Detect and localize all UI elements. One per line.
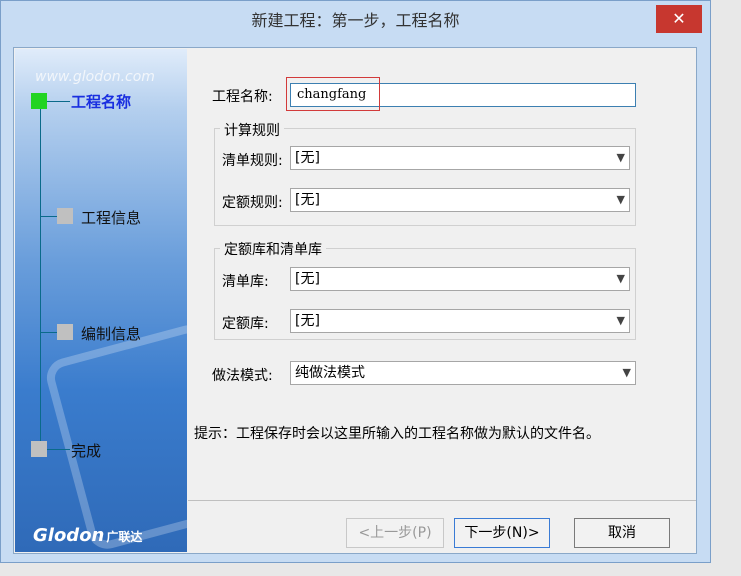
close-icon: ✕ <box>672 9 686 28</box>
footer-divider <box>188 500 696 501</box>
chevron-down-icon: ▼ <box>616 193 625 206</box>
bill-lib-value: [无] <box>295 271 320 287</box>
close-button[interactable]: ✕ <box>656 5 702 33</box>
step-indicator-project-info <box>57 208 73 224</box>
prev-button[interactable]: <上一步(P) <box>346 518 444 548</box>
method-value: 纯做法模式 <box>295 365 365 381</box>
step-label-edit-info: 编制信息 <box>81 325 142 343</box>
tree-line-vertical <box>40 101 41 449</box>
wizard-window: 新建工程：第一步，工程名称 ✕ www.glodon.com 工程名称 工程信息… <box>0 0 711 563</box>
quota-lib-value: [无] <box>295 313 320 329</box>
step-indicator-project-name <box>31 93 47 109</box>
sidebar-watermark: www.glodon.com <box>35 69 155 85</box>
bill-lib-label: 清单库: <box>222 274 269 290</box>
method-label: 做法模式: <box>212 368 273 384</box>
step-indicator-edit-info <box>57 324 73 340</box>
step-label-finish: 完成 <box>71 442 102 460</box>
quota-rule-select[interactable]: [无] ▼ <box>290 188 630 212</box>
bill-rule-value: [无] <box>295 150 320 166</box>
window-title: 新建工程：第一步，工程名称 <box>251 11 460 30</box>
wizard-sidebar: www.glodon.com 工程名称 工程信息 编制信息 完成 Glodon 广… <box>15 49 187 552</box>
step-label-project-info: 工程信息 <box>81 209 142 227</box>
step-label-project-name: 工程名称 <box>71 93 132 111</box>
quota-lib-label: 定额库: <box>222 316 269 332</box>
cancel-button[interactable]: 取消 <box>574 518 670 548</box>
bill-rule-label: 清单规则: <box>222 153 283 169</box>
library-title: 定额库和清单库 <box>220 239 326 259</box>
bill-lib-select[interactable]: [无] ▼ <box>290 267 630 291</box>
project-name-label: 工程名称: <box>212 89 273 105</box>
method-select[interactable]: 纯做法模式 ▼ <box>290 361 636 385</box>
wizard-client: www.glodon.com 工程名称 工程信息 编制信息 完成 Glodon 广… <box>13 47 697 554</box>
quota-lib-select[interactable]: [无] ▼ <box>290 309 630 333</box>
chevron-down-icon: ▼ <box>622 366 631 379</box>
chevron-down-icon: ▼ <box>616 272 625 285</box>
quota-rule-value: [无] <box>295 192 320 208</box>
bill-rule-select[interactable]: [无] ▼ <box>290 146 630 170</box>
calc-rules-title: 计算规则 <box>220 120 284 140</box>
next-button[interactable]: 下一步(N)> <box>454 518 550 548</box>
chevron-down-icon: ▼ <box>616 314 625 327</box>
hint-text: 提示：工程保存时会以这里所输入的工程名称做为默认的文件名。 <box>194 426 600 442</box>
input-highlight-box <box>286 77 380 111</box>
logo-cn: 广联达 <box>106 530 143 544</box>
quota-rule-label: 定额规则: <box>222 195 283 211</box>
logo-text: Glodon <box>33 525 105 546</box>
sidebar-decoration <box>42 320 187 552</box>
glodon-logo: Glodon 广联达 <box>33 525 142 546</box>
step-indicator-finish <box>31 441 47 457</box>
chevron-down-icon: ▼ <box>616 151 625 164</box>
